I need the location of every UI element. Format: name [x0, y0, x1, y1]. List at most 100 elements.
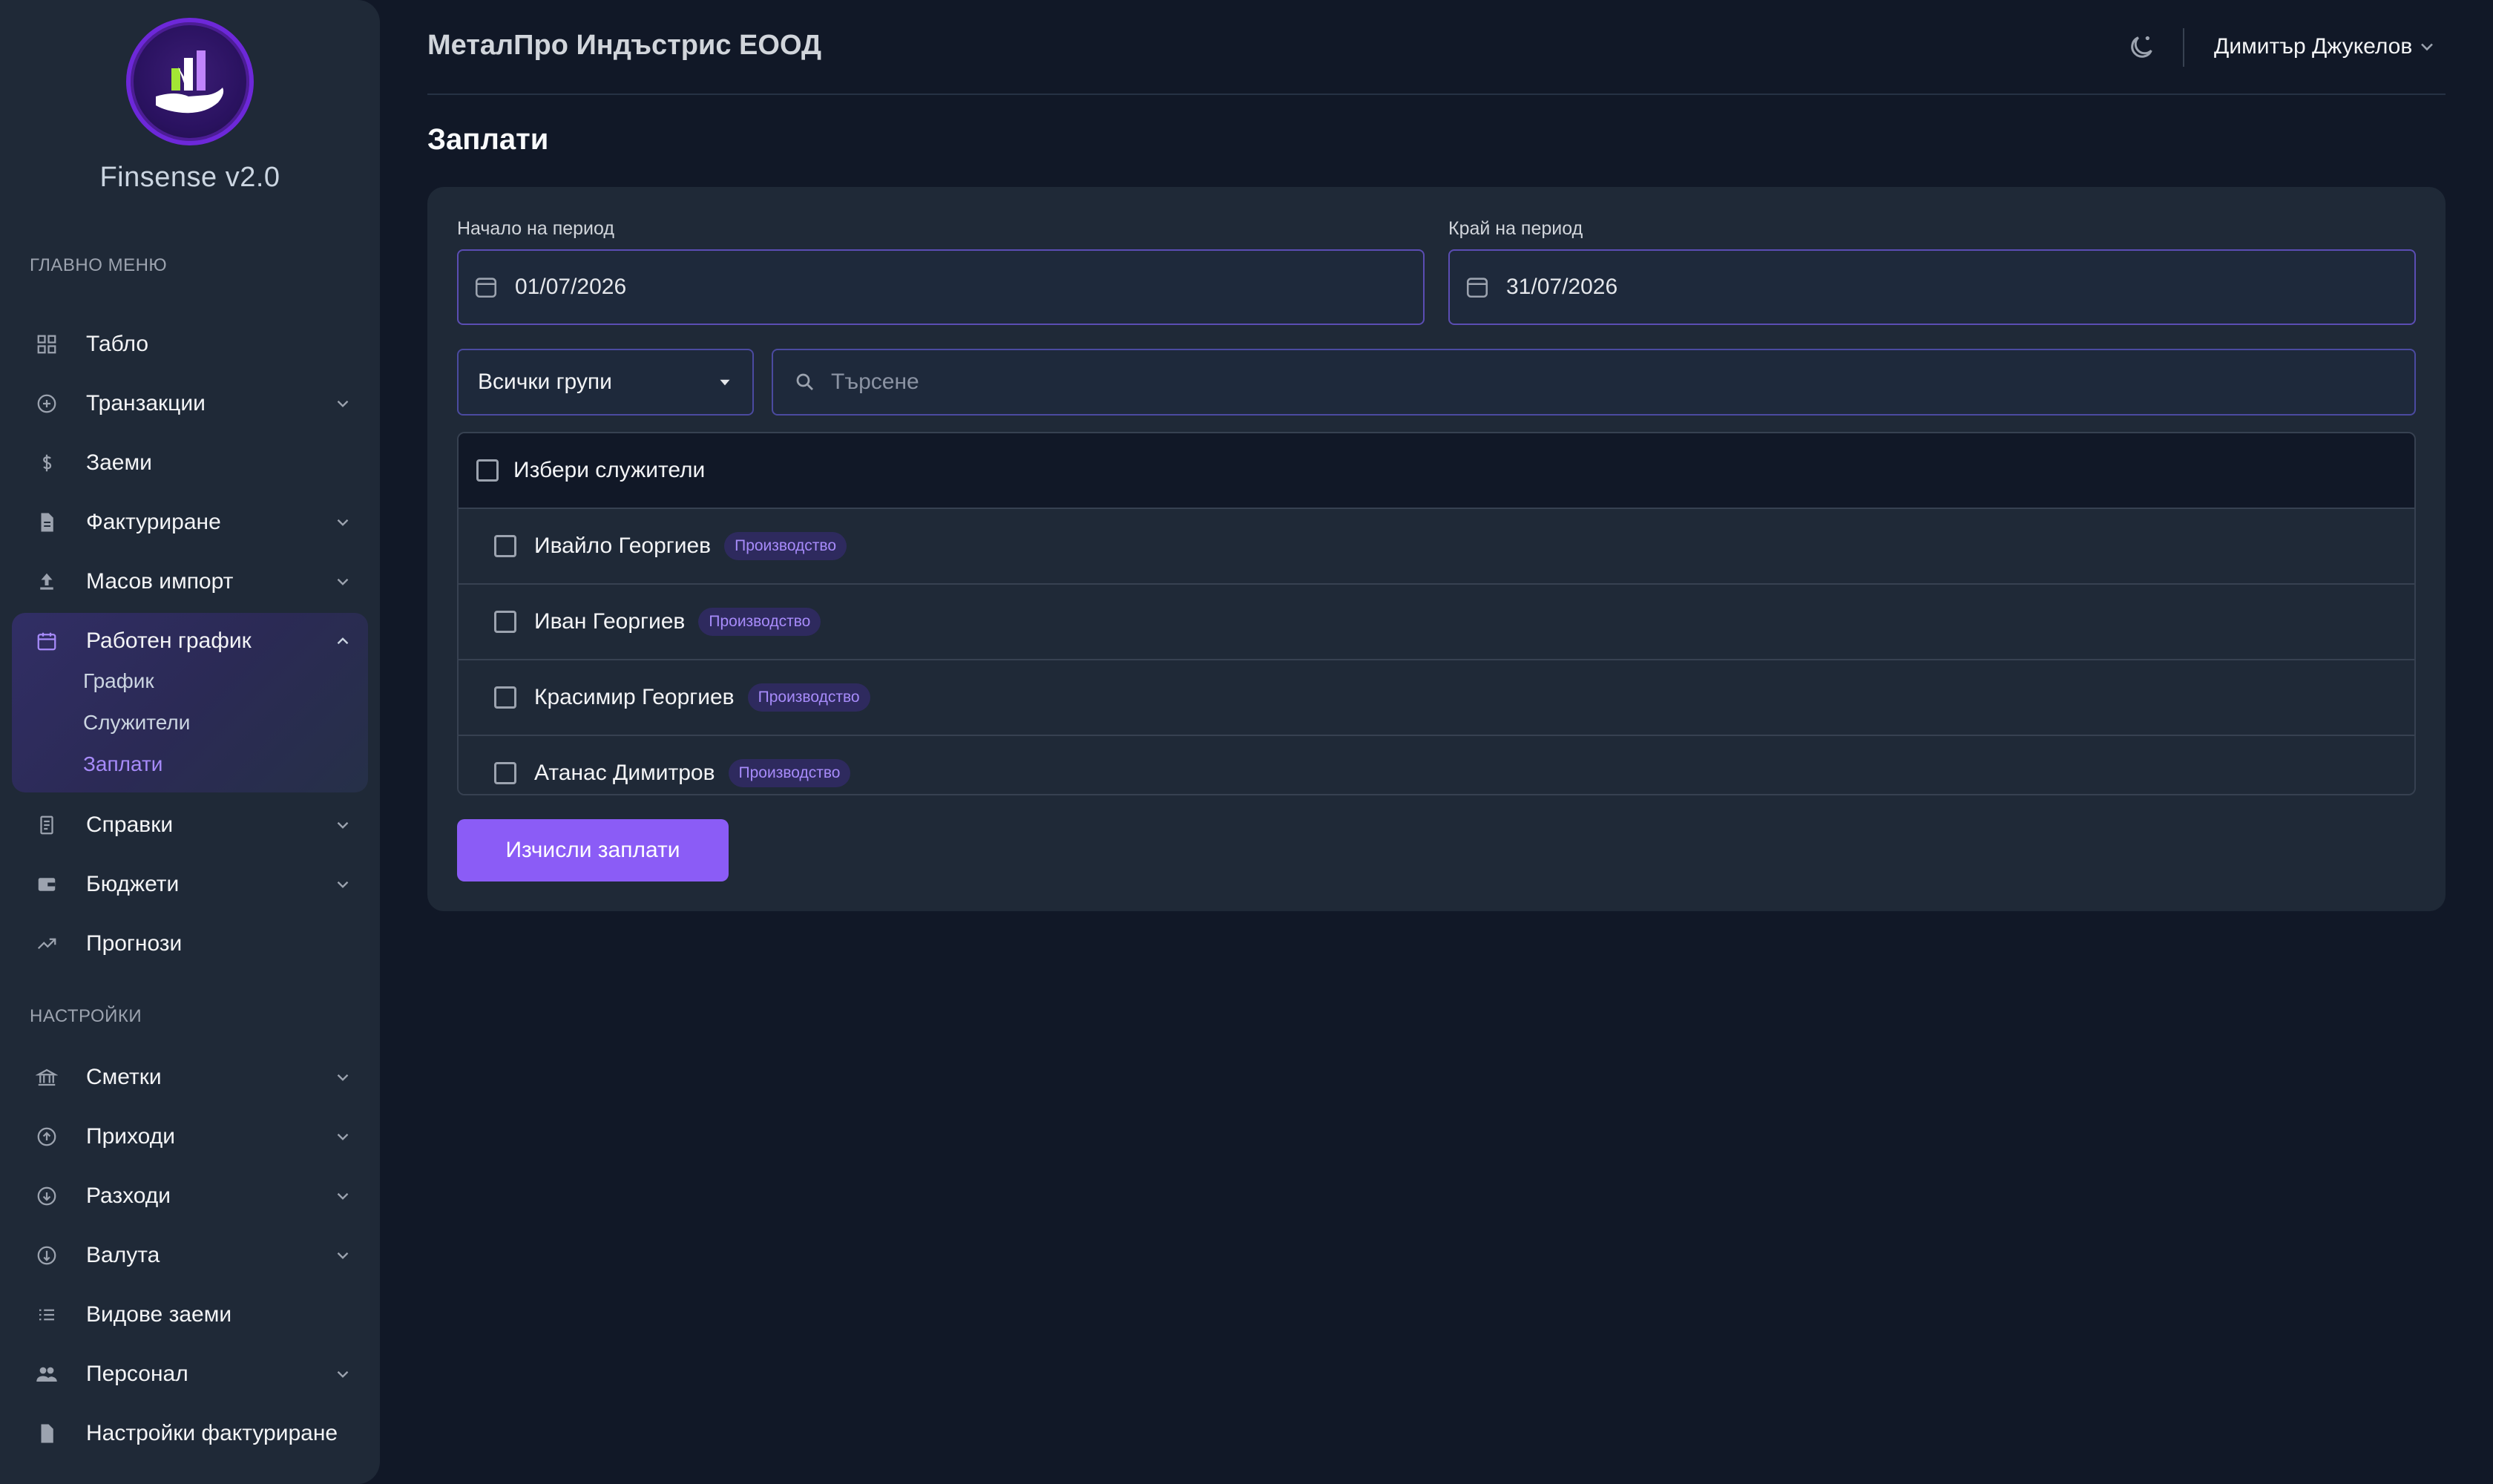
- sidebar-item-label: Прогнози: [86, 931, 183, 956]
- sidebar-item-label: Настройки фактуриране: [86, 1421, 338, 1445]
- sidebar-item-label: Масов импорт: [86, 569, 234, 594]
- chevron-down-icon[interactable]: [329, 1242, 356, 1269]
- calendar-icon: [475, 278, 497, 298]
- report-icon: [30, 806, 68, 844]
- grid-icon: [30, 325, 68, 364]
- user-name: Димитър Джукелов: [2214, 34, 2413, 59]
- sidebar-item-loans[interactable]: Заеми: [30, 441, 356, 485]
- plus-circle-icon: [30, 384, 68, 423]
- calendar-icon: [30, 622, 68, 660]
- finsense-logo[interactable]: [126, 18, 254, 145]
- user-menu[interactable]: Димитър Джукелов: [2214, 34, 2437, 59]
- sidebar-item-label: Заеми: [86, 450, 152, 475]
- sidebar-item-label: Разходи: [86, 1183, 171, 1208]
- people-icon: [30, 1355, 68, 1393]
- currency-icon: [30, 1236, 68, 1275]
- search-field[interactable]: [772, 349, 2416, 416]
- chevron-down-icon[interactable]: [329, 509, 356, 536]
- select-all-checkbox[interactable]: [476, 459, 499, 482]
- sidebar-item-transactions[interactable]: Транзакции: [30, 381, 356, 426]
- employee-row[interactable]: Ивайло Георгиев Производство: [459, 509, 2414, 585]
- sidebar-item-reports[interactable]: Справки: [30, 803, 356, 847]
- employee-name: Атанас Димитров: [534, 761, 715, 785]
- sidebar-item-income[interactable]: Приходи: [30, 1114, 356, 1159]
- chevron-down-icon[interactable]: [329, 568, 356, 595]
- sidebar: Finsense v2.0 ГЛАВНО МЕНЮ Табло Транзакц…: [0, 0, 380, 1484]
- sidebar-item-label: Справки: [86, 812, 174, 837]
- employee-name: Красимир Георгиев: [534, 685, 735, 709]
- chevron-down-icon[interactable]: [329, 390, 356, 417]
- chevron-down-icon[interactable]: [329, 871, 356, 898]
- end-date-label: Край на период: [1448, 218, 1583, 239]
- employee-list: Избери служители Ивайло Георгиев Произво…: [457, 432, 2416, 795]
- header-divider-line: [427, 93, 2446, 95]
- page-title: Заплати: [427, 123, 549, 156]
- calendar-icon: [1466, 278, 1488, 298]
- calculate-salaries-button[interactable]: Изчисли заплати: [457, 819, 729, 881]
- chevron-down-icon: [2421, 43, 2434, 51]
- search-input[interactable]: [831, 370, 2315, 395]
- employee-checkbox[interactable]: [494, 611, 516, 633]
- select-all-label: Избери служители: [513, 458, 706, 482]
- sidebar-item-invoicing[interactable]: Фактуриране: [30, 500, 356, 545]
- sidebar-item-currency[interactable]: Валута: [30, 1233, 356, 1278]
- sidebar-item-label: Бюджети: [86, 872, 180, 896]
- search-icon: [796, 373, 813, 390]
- company-name: МеталПро Индъстрис ЕООД: [427, 30, 822, 61]
- sidebar-item-label: Сметки: [86, 1065, 162, 1089]
- start-date-label: Начало на период: [457, 218, 614, 239]
- sidebar-item-label: Видове заеми: [86, 1302, 232, 1327]
- list-icon: [30, 1296, 68, 1334]
- wallet-icon: [30, 865, 68, 904]
- sidebar-item-forecasts[interactable]: Прогнози: [30, 922, 356, 966]
- chevron-down-icon[interactable]: [329, 1123, 356, 1150]
- group-badge: Производство: [698, 608, 821, 636]
- group-badge: Производство: [728, 759, 851, 787]
- theme-toggle-button[interactable]: [2126, 33, 2156, 62]
- hand-chart-icon: [156, 50, 224, 114]
- chevron-down-icon[interactable]: [329, 1064, 356, 1091]
- main-menu-label: ГЛАВНО МЕНЮ: [30, 255, 168, 275]
- sidebar-subitem-employees[interactable]: Служители: [83, 711, 190, 735]
- employee-row[interactable]: Красимир Георгиев Производство: [459, 660, 2414, 736]
- chevron-up-icon[interactable]: [329, 628, 356, 654]
- chevron-down-icon[interactable]: [329, 1361, 356, 1388]
- sidebar-item-invoice-settings[interactable]: Настройки фактуриране: [30, 1411, 356, 1456]
- sidebar-item-bulk-import[interactable]: Масов импорт: [30, 559, 356, 604]
- employee-checkbox[interactable]: [494, 762, 516, 784]
- employee-row[interactable]: Иван Георгиев Производство: [459, 585, 2414, 660]
- sidebar-item-loan-types[interactable]: Видове заеми: [30, 1293, 356, 1337]
- bank-icon: [30, 1058, 68, 1097]
- group-select[interactable]: Всички групи: [457, 349, 754, 416]
- sidebar-item-dashboard[interactable]: Табло: [30, 322, 356, 367]
- select-all-row[interactable]: Избери служители: [459, 433, 2414, 509]
- sidebar-item-work-schedule[interactable]: Работен график: [30, 619, 356, 663]
- chevron-down-icon[interactable]: [329, 812, 356, 838]
- start-date-value: 01/07/2026: [515, 275, 627, 299]
- employee-checkbox[interactable]: [494, 535, 516, 557]
- start-date-input[interactable]: 01/07/2026: [457, 249, 1425, 325]
- sidebar-item-budgets[interactable]: Бюджети: [30, 862, 356, 907]
- chevron-down-icon[interactable]: [329, 1183, 356, 1209]
- sidebar-item-accounts[interactable]: Сметки: [30, 1055, 356, 1100]
- sidebar-item-label: Транзакции: [86, 391, 206, 416]
- sidebar-item-label: Приходи: [86, 1124, 175, 1149]
- employee-row[interactable]: Атанас Димитров Производство: [459, 736, 2414, 794]
- arrow-down-circle-icon: [30, 1177, 68, 1215]
- employee-checkbox[interactable]: [494, 686, 516, 709]
- sidebar-item-staff[interactable]: Персонал: [30, 1352, 356, 1396]
- sidebar-subitem-salaries[interactable]: Заплати: [83, 752, 162, 776]
- sidebar-item-label: Фактуриране: [86, 510, 221, 534]
- end-date-input[interactable]: 31/07/2026: [1448, 249, 2416, 325]
- sidebar-item-label: Валута: [86, 1243, 160, 1267]
- arrow-up-circle-icon: [30, 1117, 68, 1156]
- header-divider: [2183, 28, 2184, 67]
- dollar-icon: [30, 444, 68, 482]
- caret-down-icon: [720, 379, 730, 386]
- sidebar-item-expenses[interactable]: Разходи: [30, 1174, 356, 1218]
- app-name: Finsense v2.0: [99, 162, 280, 193]
- group-select-value: Всички групи: [478, 370, 612, 394]
- sidebar-subitem-schedule[interactable]: График: [83, 669, 154, 693]
- settings-menu-label: НАСТРОЙКИ: [30, 1006, 142, 1026]
- sidebar-item-label: Работен график: [86, 628, 252, 653]
